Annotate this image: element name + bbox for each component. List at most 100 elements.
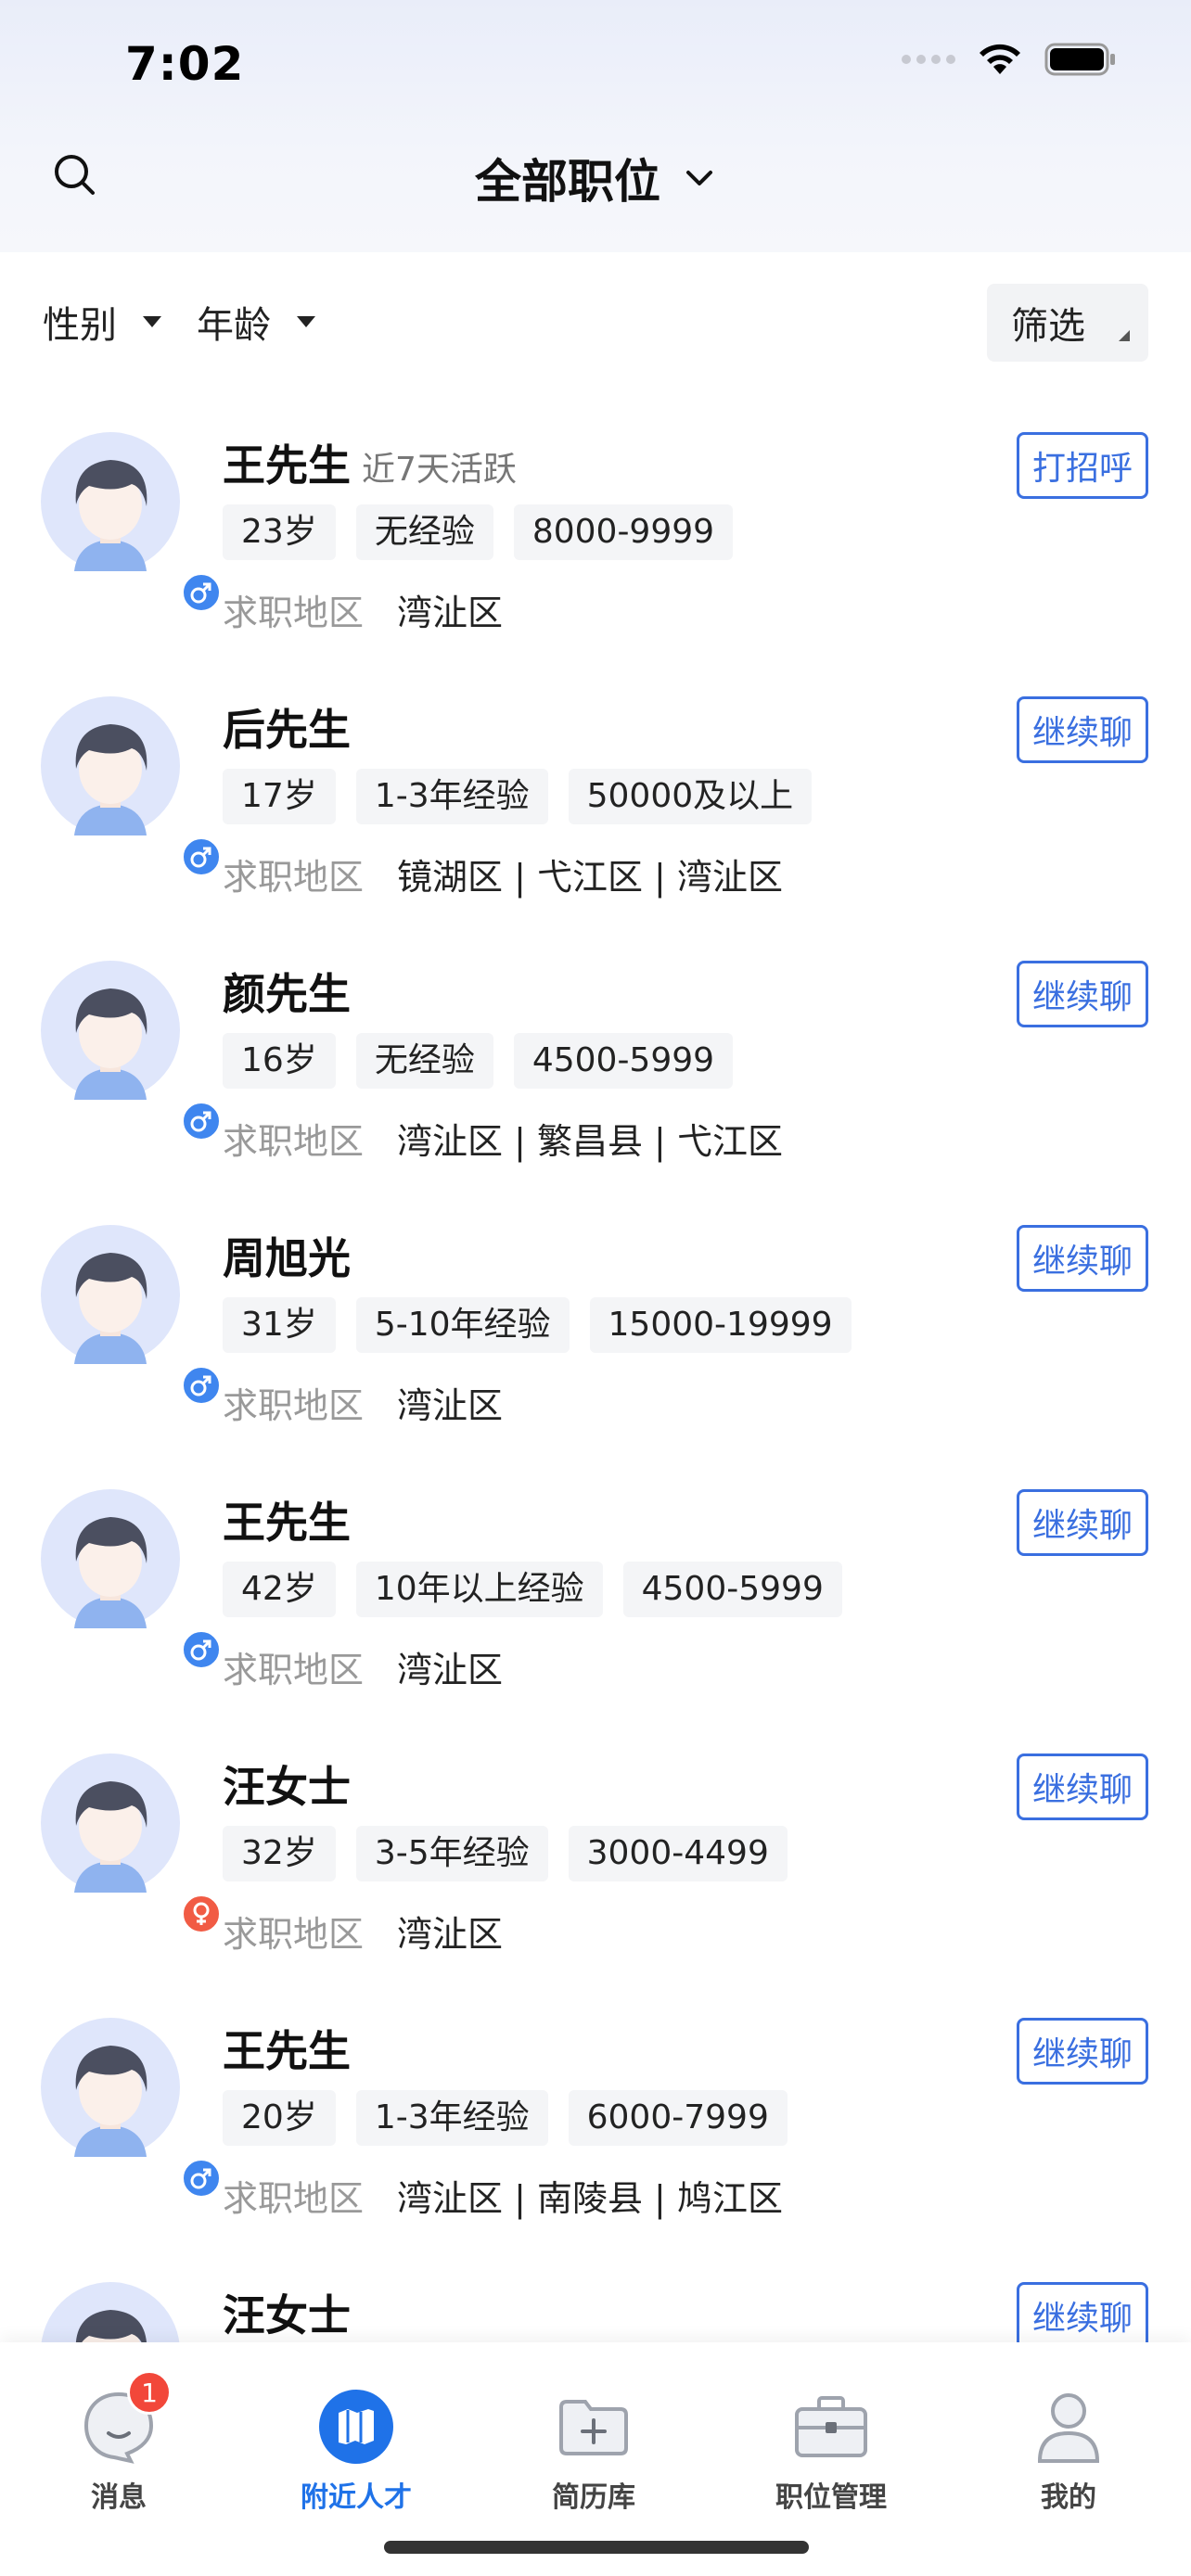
tag-experience: 无经验 [355, 504, 493, 560]
status-icons [902, 41, 1117, 78]
person-avatar-icon [41, 696, 180, 835]
male-gender-icon [180, 2157, 223, 2200]
tag-salary: 15000-19999 [589, 1297, 852, 1353]
bottom-tab-bar: 1 消息 附近人才 简历库 职位管理 我的 [0, 2342, 1191, 2576]
region-row: 求职地区 湾沚区 [223, 1641, 503, 1692]
person-avatar-icon [41, 2018, 180, 2157]
active-status: 近7天活跃 [362, 451, 517, 489]
region-row: 求职地区 湾沚区 [223, 1906, 503, 1957]
candidate-card[interactable]: 王先生 42岁 10年以上经验 4500-5999 求职地区 湾沚区 继续聊 [0, 1448, 1191, 1713]
region-value: 湾沚区 [397, 1650, 504, 1690]
filter-button[interactable]: 筛选 [987, 284, 1148, 362]
chat-button[interactable]: 继续聊 [1017, 1753, 1148, 1820]
avatar [41, 1225, 223, 1407]
chat-button[interactable]: 继续聊 [1017, 2282, 1148, 2342]
tag-experience: 1-3年经验 [355, 2090, 548, 2146]
region-row: 求职地区 湾沚区 [223, 1377, 503, 1428]
person-avatar-icon [41, 961, 180, 1100]
person-avatar-icon [41, 1489, 180, 1628]
gender-filter[interactable]: 性别 [43, 295, 161, 349]
candidate-card[interactable]: 汪女士 32岁 3-5年经验 3000-4499 求职地区 湾沚区 继续聊 [0, 1713, 1191, 1977]
unread-badge: 1 [127, 2370, 172, 2415]
region-value: 湾沚区 [397, 593, 504, 633]
tab-label: 简历库 [552, 2481, 635, 2514]
tab-messages[interactable]: 1 消息 [0, 2342, 237, 2514]
name-row: 周旭光 [223, 1225, 362, 1286]
chat-button[interactable]: 打招呼 [1017, 432, 1148, 499]
region-value: 湾沚区 | 繁昌县 | 弋江区 [397, 1121, 783, 1162]
chat-button[interactable]: 继续聊 [1017, 961, 1148, 1027]
tab-label: 职位管理 [775, 2481, 887, 2514]
avatar [41, 2282, 180, 2342]
candidate-card[interactable]: 颜先生 16岁 无经验 4500-5999 求职地区 湾沚区 | 繁昌县 | 弋江区… [0, 920, 1191, 1184]
region-label: 求职地区 [223, 1385, 365, 1426]
chat-button[interactable]: 继续聊 [1017, 1225, 1148, 1292]
age-filter-label: 年龄 [197, 304, 271, 347]
tag-salary: 4500-5999 [513, 1033, 734, 1089]
tab-label: 消息 [91, 2481, 147, 2514]
region-value: 湾沚区 | 南陵县 | 鸠江区 [397, 2178, 783, 2219]
tag-experience: 3-5年经验 [355, 1826, 548, 1881]
region-row: 求职地区 湾沚区 [223, 584, 503, 635]
candidate-name: 汪女士 [223, 1762, 351, 1812]
tag-age: 32岁 [223, 1826, 336, 1881]
candidate-card[interactable]: 周旭光 31岁 5-10年经验 15000-19999 求职地区 湾沚区 继续聊 [0, 1184, 1191, 1448]
male-gender-icon [180, 1628, 223, 1671]
page-title: 全部职位 [475, 155, 660, 209]
candidate-list: 王先生 近7天活跃 23岁 无经验 8000-9999 求职地区 湾沚区 打招呼 后… [0, 391, 1191, 2342]
tag-age: 16岁 [223, 1033, 336, 1089]
tag-salary: 8000-9999 [513, 504, 734, 560]
candidate-card[interactable]: 后先生 17岁 1-3年经验 50000及以上 求职地区 镜湖区 | 弋江区 | 湾… [0, 656, 1191, 920]
folder-add-icon [554, 2387, 634, 2467]
candidate-name: 王先生 [223, 1498, 351, 1548]
candidate-card[interactable]: 王先生 近7天活跃 23岁 无经验 8000-9999 求职地区 湾沚区 打招呼 [0, 391, 1191, 656]
tag-list: 23岁 无经验 8000-9999 [223, 504, 734, 560]
home-indicator [384, 2541, 809, 2554]
candidate-card[interactable]: 王先生 20岁 1-3年经验 6000-7999 求职地区 湾沚区 | 南陵县 | … [0, 1977, 1191, 2241]
region-value: 湾沚区 [397, 1914, 504, 1955]
avatar [41, 2018, 223, 2200]
status-time: 7:02 [125, 37, 245, 91]
tab-resume-library[interactable]: 简历库 [475, 2342, 712, 2514]
tag-experience: 1-3年经验 [355, 769, 548, 824]
name-row: 汪女士 [223, 2282, 362, 2342]
tag-list: 42岁 10年以上经验 4500-5999 [223, 1562, 842, 1617]
candidate-name: 颜先生 [223, 969, 351, 1019]
avatar [41, 1489, 223, 1671]
person-avatar-icon [41, 1225, 180, 1364]
filter-bar: 性别 年龄 筛选 [0, 252, 1191, 391]
tab-nearby-talent[interactable]: 附近人才 [237, 2342, 475, 2514]
tab-job-management[interactable]: 职位管理 [712, 2342, 950, 2514]
message-icon: 1 [79, 2370, 172, 2467]
avatar [41, 696, 223, 878]
gender-filter-label: 性别 [43, 304, 117, 347]
chat-button[interactable]: 继续聊 [1017, 2018, 1148, 2085]
tag-list: 17岁 1-3年经验 50000及以上 [223, 769, 813, 824]
chevron-down-icon [686, 171, 712, 185]
tag-salary: 50000及以上 [568, 769, 813, 824]
region-row: 求职地区 湾沚区 | 繁昌县 | 弋江区 [223, 1113, 783, 1164]
header: 7:02 全部职位 [0, 0, 1191, 252]
tag-salary: 4500-5999 [622, 1562, 842, 1617]
name-row: 王先生 [223, 2018, 362, 2079]
chat-button[interactable]: 继续聊 [1017, 696, 1148, 763]
name-row: 汪女士 [223, 1753, 362, 1815]
region-row: 求职地区 湾沚区 | 南陵县 | 鸠江区 [223, 2170, 783, 2221]
candidate-card[interactable]: 汪女士 求职地区 继续聊 [0, 2241, 1191, 2342]
user-icon [1029, 2387, 1108, 2467]
female-gender-icon [180, 1893, 223, 1935]
age-filter[interactable]: 年龄 [197, 295, 315, 349]
candidate-name: 王先生 [223, 440, 351, 491]
avatar [41, 1753, 223, 1935]
region-value: 镜湖区 | 弋江区 | 湾沚区 [397, 857, 783, 898]
chat-button[interactable]: 继续聊 [1017, 1489, 1148, 1556]
title-dropdown[interactable]: 全部职位 [0, 145, 1191, 211]
tab-profile[interactable]: 我的 [950, 2342, 1187, 2514]
avatar [41, 961, 223, 1142]
tag-experience: 10年以上经验 [355, 1562, 603, 1617]
candidate-name: 后先生 [223, 705, 351, 755]
region-label: 求职地区 [223, 1121, 365, 1162]
region-label: 求职地区 [223, 857, 365, 898]
tag-list: 16岁 无经验 4500-5999 [223, 1033, 734, 1089]
tag-age: 42岁 [223, 1562, 336, 1617]
